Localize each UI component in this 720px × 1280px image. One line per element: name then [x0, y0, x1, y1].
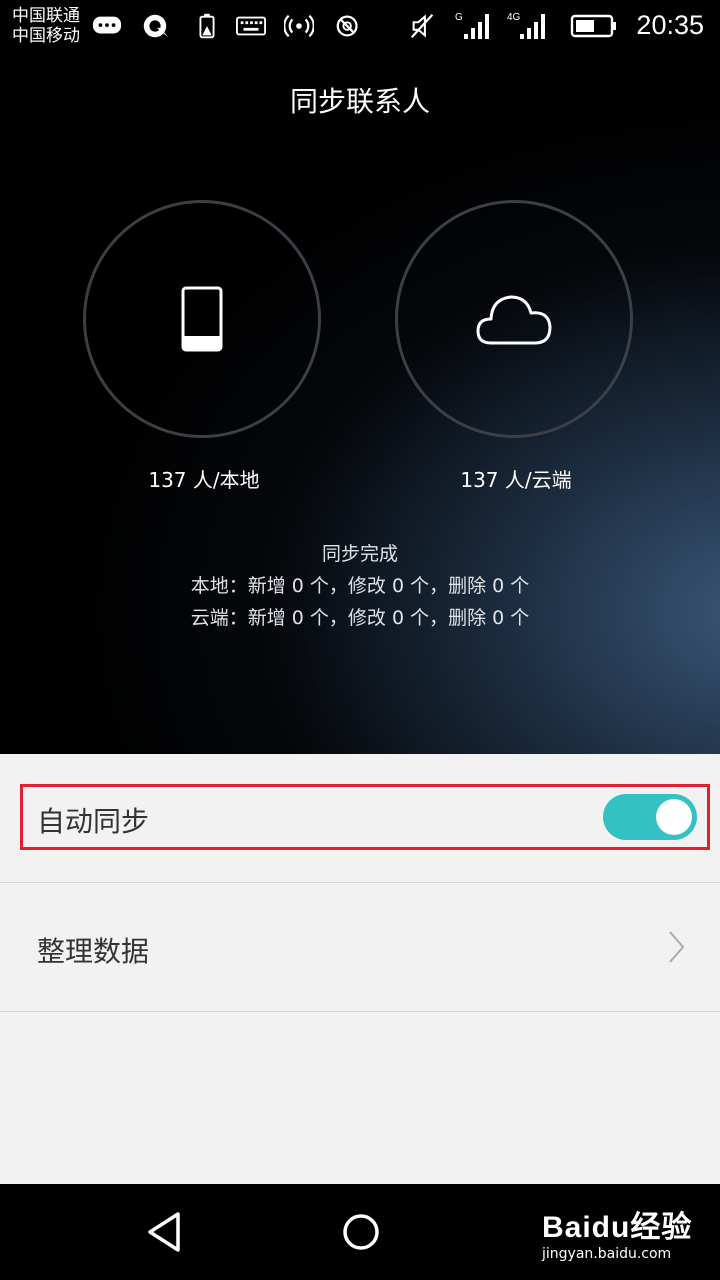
page-title: 同步联系人 — [289, 85, 430, 118]
local-count: 137 人/本地 — [148, 468, 260, 492]
chevron-right-icon — [669, 931, 685, 963]
watermark-logo: Baidu经验 — [542, 1211, 693, 1244]
carrier-1: 中国联通 — [12, 6, 80, 26]
settings-list: 自动同步 整理数据 — [0, 754, 720, 1184]
watermark-url: jingyan.baidu.com — [542, 1246, 672, 1262]
divider — [0, 1011, 720, 1012]
battery-warning-icon — [199, 13, 215, 39]
cloud-contacts-circle — [395, 200, 633, 438]
divider — [0, 882, 720, 883]
cloud-count: 137 人/云端 — [460, 468, 572, 492]
blocked-icon — [336, 15, 358, 37]
sync-result: 同步完成 本地：新增 0 个，修改 0 个，删除 0 个 云端：新增 0 个，修… — [0, 538, 720, 634]
toggle-knob — [656, 799, 692, 835]
signal-icon: G — [455, 12, 489, 39]
baidu-watermark: Baidu经验 jingyan.baidu.com — [542, 1202, 692, 1262]
battery-icon — [570, 14, 616, 38]
home-icon[interactable] — [342, 1210, 382, 1254]
back-icon[interactable] — [144, 1210, 184, 1254]
carrier-labels: 中国联通 中国移动 — [12, 6, 80, 46]
qq-icon — [143, 14, 169, 38]
organize-data-row[interactable]: 整理数据 — [0, 884, 720, 1012]
navigation-bar: Baidu经验 jingyan.baidu.com — [0, 1184, 720, 1280]
signal-icon: 4G — [507, 12, 545, 39]
organize-data-label: 整理数据 — [37, 935, 150, 968]
sync-status: 同步完成 — [321, 543, 398, 565]
keyboard-icon — [236, 16, 266, 36]
network-type-1: G — [455, 12, 463, 23]
message-icon — [92, 16, 122, 34]
clock: 20:35 — [636, 10, 704, 40]
cloud-changes: 云端：新增 0 个，修改 0 个，删除 0 个 — [190, 607, 530, 629]
carrier-2: 中国移动 — [12, 26, 80, 46]
auto-sync-label: 自动同步 — [37, 805, 150, 838]
auto-sync-toggle[interactable] — [603, 794, 697, 840]
local-contacts-circle — [83, 200, 321, 438]
cloud-icon — [476, 295, 552, 345]
auto-sync-row[interactable]: 自动同步 — [0, 784, 720, 850]
hotspot-icon — [284, 14, 314, 38]
sync-summary-panel: 同步联系人 137 人/本地 137 人/云端 同步完成 本地：新增 0 个，修… — [0, 52, 720, 754]
mute-icon — [410, 13, 434, 39]
network-type-2: 4G — [507, 12, 521, 23]
status-bar: 中国联通 中国移动 G 4G 20:35 — [0, 0, 720, 52]
phone-icon — [181, 286, 223, 352]
local-changes: 本地：新增 0 个，修改 0 个，删除 0 个 — [190, 575, 530, 597]
